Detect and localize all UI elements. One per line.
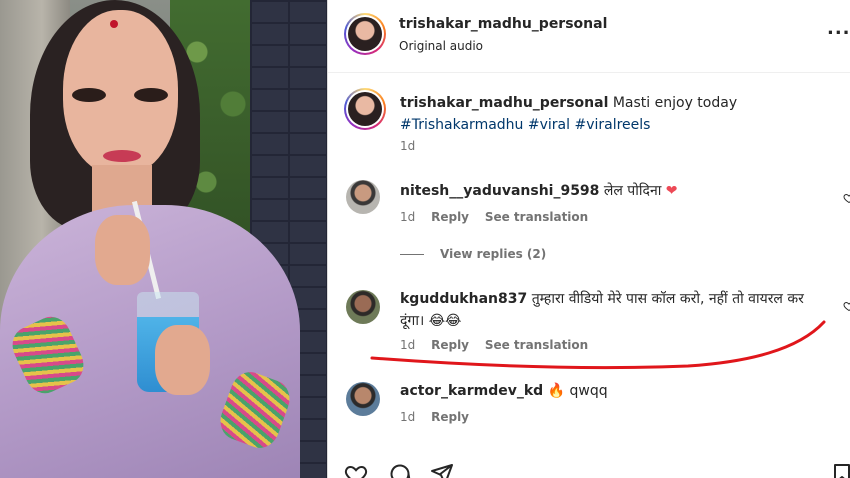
- see-translation-button[interactable]: See translation: [485, 338, 588, 352]
- caption-author-avatar[interactable]: [344, 88, 386, 130]
- like-comment-heart-icon[interactable]: [843, 192, 850, 204]
- heart-icon[interactable]: [344, 462, 368, 478]
- replies-divider-line: [400, 254, 424, 255]
- commenter-avatar[interactable]: [346, 382, 380, 416]
- post-action-bar: [344, 462, 850, 478]
- comment-timestamp[interactable]: 1d: [400, 210, 415, 224]
- hashtag-link[interactable]: #Trishakarmadhu: [400, 117, 523, 133]
- reply-button[interactable]: Reply: [431, 210, 469, 224]
- bookmark-icon[interactable]: [830, 462, 850, 478]
- caption-author-avatar-image: [348, 92, 382, 126]
- media-person-eye-left: [72, 88, 106, 102]
- reply-button[interactable]: Reply: [431, 410, 469, 424]
- media-hand-left: [95, 215, 150, 285]
- see-translation-button[interactable]: See translation: [485, 210, 588, 224]
- author-avatar-image: [348, 17, 382, 51]
- commenter-avatar[interactable]: [346, 290, 380, 324]
- comment-text: लेल पोदिना: [603, 183, 662, 199]
- like-comment-heart-icon[interactable]: [843, 300, 850, 312]
- fire-emoji: 🔥: [547, 383, 566, 399]
- comment-timestamp[interactable]: 1d: [400, 338, 415, 352]
- media-person-lips: [103, 150, 141, 162]
- send-icon[interactable]: [430, 462, 454, 478]
- author-username[interactable]: trishakar_madhu_personal: [399, 16, 607, 32]
- media-person-bindi: [110, 20, 118, 28]
- commenter-avatar[interactable]: [346, 180, 380, 214]
- post-header: trishakar_madhu_personal Original audio …: [328, 0, 850, 73]
- post-media-image[interactable]: [0, 0, 327, 478]
- caption-text: Masti enjoy today: [612, 95, 738, 111]
- comment-icon[interactable]: [388, 462, 412, 478]
- laughing-emoji: 😂😂: [428, 313, 462, 329]
- post-details-panel: trishakar_madhu_personal Original audio …: [327, 0, 850, 478]
- commenter-username[interactable]: actor_karmdev_kd: [400, 383, 543, 399]
- author-avatar[interactable]: [344, 13, 386, 55]
- hashtag-link[interactable]: #viralreels: [574, 117, 650, 133]
- caption-timestamp[interactable]: 1d: [400, 139, 415, 153]
- hashtag-link[interactable]: #viral: [528, 117, 570, 133]
- post-caption: trishakar_madhu_personal Masti enjoy tod…: [400, 92, 830, 136]
- comment-text: qwqq: [569, 383, 608, 399]
- media-hand-right: [155, 325, 210, 395]
- caption-username[interactable]: trishakar_madhu_personal: [400, 95, 608, 111]
- view-replies-label: View replies (2): [440, 247, 547, 261]
- media-person-eye-right: [134, 88, 168, 102]
- reply-button[interactable]: Reply: [431, 338, 469, 352]
- commenter-username[interactable]: kguddukhan837: [400, 291, 527, 307]
- commenter-username[interactable]: nitesh__yaduvanshi_9598: [400, 183, 599, 199]
- more-options-icon[interactable]: ...: [827, 20, 850, 38]
- view-replies-button[interactable]: View replies (2): [400, 247, 546, 261]
- heart-emoji: ❤: [665, 183, 678, 199]
- audio-label[interactable]: Original audio: [399, 39, 483, 53]
- comment-timestamp[interactable]: 1d: [400, 410, 415, 424]
